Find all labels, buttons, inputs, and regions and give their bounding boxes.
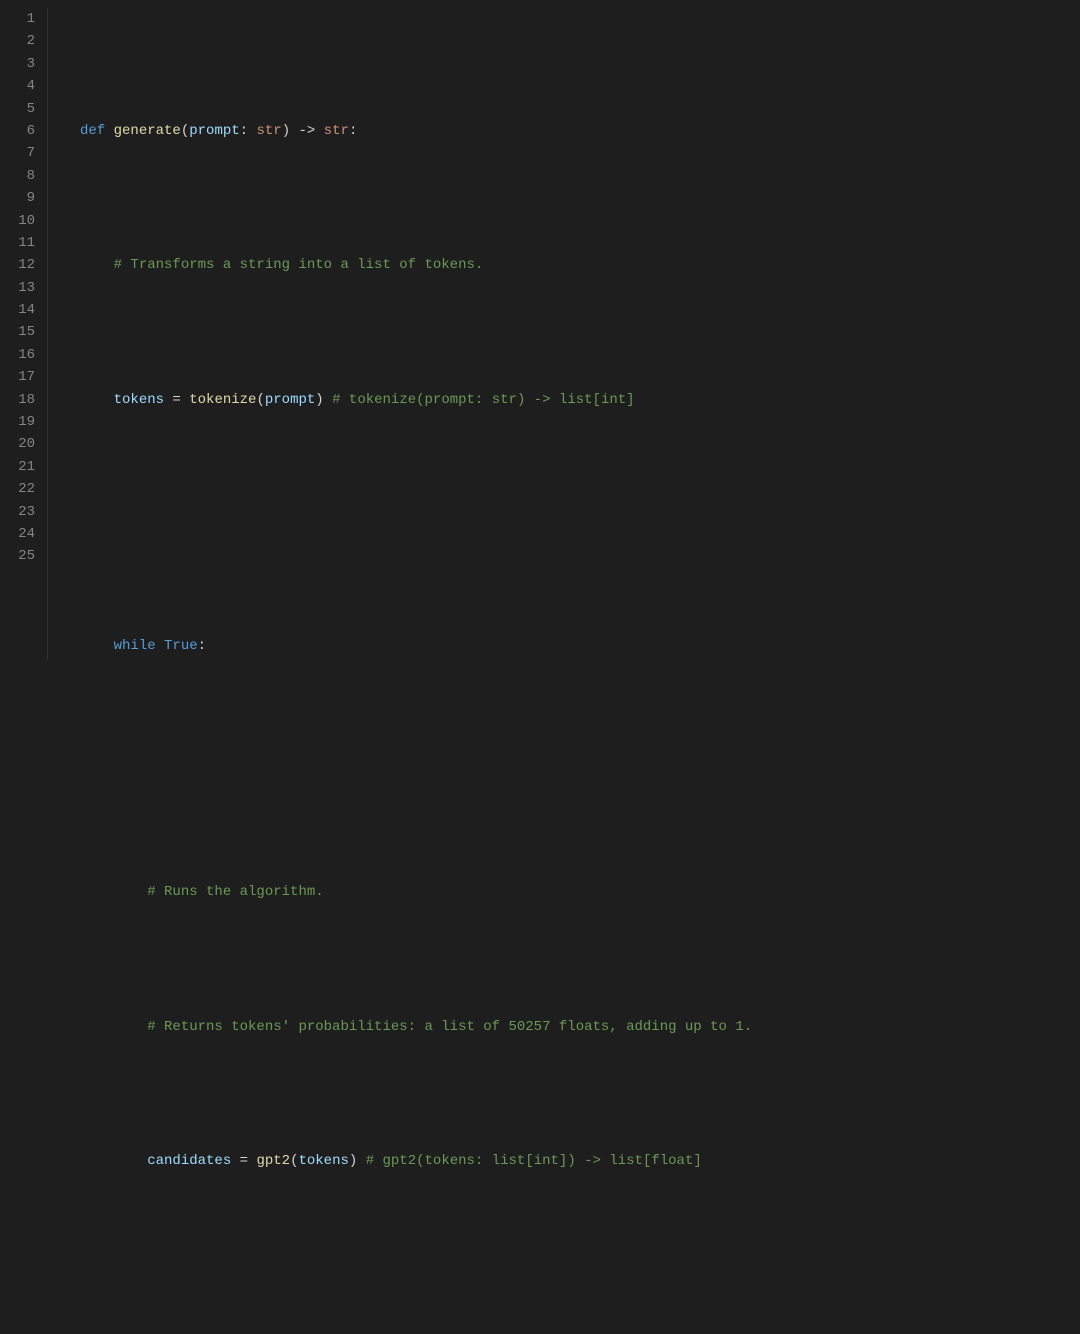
line-num-20: 20 — [8, 433, 35, 455]
code-line-5: while True: — [80, 613, 1064, 658]
line-num-18: 18 — [8, 389, 35, 411]
line-num-9: 9 — [8, 187, 35, 209]
code-line-1: def generate(prompt: str) -> str: — [80, 98, 1064, 143]
line-num-24: 24 — [8, 523, 35, 545]
line-num-10: 10 — [8, 210, 35, 232]
code-line-8: # Returns tokens' probabilities: a list … — [80, 993, 1064, 1038]
line-num-17: 17 — [8, 366, 35, 388]
line-num-12: 12 — [8, 254, 35, 276]
code-line-4 — [80, 501, 1064, 523]
line-num-19: 19 — [8, 411, 35, 433]
code-line-2: # Transforms a string into a list of tok… — [80, 232, 1064, 277]
code-line-9: candidates = gpt2(tokens) # gpt2(tokens:… — [80, 1128, 1064, 1173]
line-numbers: 1 2 3 4 5 6 7 8 9 10 11 12 13 14 15 16 1… — [0, 8, 48, 659]
line-num-1: 1 — [8, 8, 35, 30]
line-num-4: 4 — [8, 75, 35, 97]
line-num-5: 5 — [8, 98, 35, 120]
line-num-2: 2 — [8, 30, 35, 52]
line-num-22: 22 — [8, 478, 35, 500]
line-num-21: 21 — [8, 456, 35, 478]
line-num-23: 23 — [8, 501, 35, 523]
line-num-15: 15 — [8, 321, 35, 343]
code-line-6 — [80, 747, 1064, 769]
line-num-3: 3 — [8, 53, 35, 75]
line-num-7: 7 — [8, 142, 35, 164]
line-num-8: 8 — [8, 165, 35, 187]
code-line-10 — [80, 1262, 1064, 1284]
line-num-6: 6 — [8, 120, 35, 142]
line-num-16: 16 — [8, 344, 35, 366]
line-num-11: 11 — [8, 232, 35, 254]
line-num-14: 14 — [8, 299, 35, 321]
code-lines: def generate(prompt: str) -> str: # Tran… — [64, 8, 1080, 659]
code-editor: 1 2 3 4 5 6 7 8 9 10 11 12 13 14 15 16 1… — [0, 0, 1080, 667]
line-num-25: 25 — [8, 545, 35, 567]
code-line-3: tokens = tokenize(prompt) # tokenize(pro… — [80, 366, 1064, 411]
code-line-7: # Runs the algorithm. — [80, 859, 1064, 904]
line-num-13: 13 — [8, 277, 35, 299]
